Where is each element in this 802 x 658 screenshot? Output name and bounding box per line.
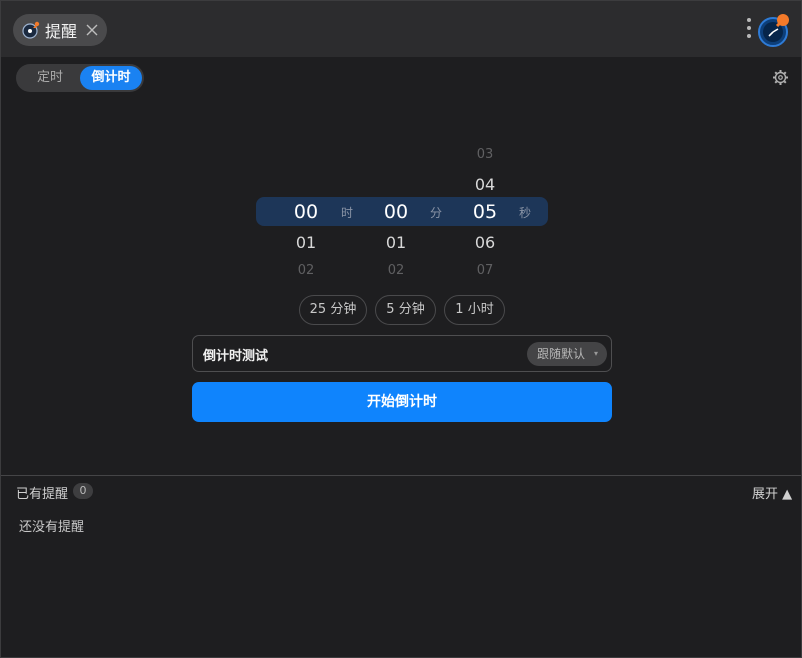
reminder-window: 提醒 定时 倒计时 00 01 02 时 00 01 02 分 03 04 05… bbox=[0, 0, 802, 658]
start-countdown-button[interactable]: 开始倒计时 bbox=[192, 382, 612, 422]
seconds-selected[interactable]: 05 bbox=[455, 201, 515, 223]
minutes-selected[interactable]: 00 bbox=[366, 201, 426, 223]
divider bbox=[1, 475, 801, 476]
seconds-next-2[interactable]: 07 bbox=[455, 263, 515, 278]
preset-1-hour[interactable]: 1 小时 bbox=[444, 295, 505, 325]
sound-select[interactable]: 跟随默认 ▾ bbox=[527, 342, 607, 366]
mode-switch: 定时 倒计时 bbox=[16, 64, 144, 92]
hours-next-2[interactable]: 02 bbox=[276, 263, 336, 278]
minutes-next-2[interactable]: 02 bbox=[366, 263, 426, 278]
reminder-name-input[interactable] bbox=[203, 344, 503, 364]
chevron-down-icon: ▾ bbox=[593, 349, 598, 358]
hours-selected[interactable]: 00 bbox=[276, 201, 336, 223]
title-bar: 提醒 bbox=[1, 1, 801, 57]
minutes-unit: 分 bbox=[430, 206, 443, 220]
seconds-next[interactable]: 06 bbox=[455, 233, 515, 252]
sound-select-value: 跟随默认 bbox=[537, 347, 586, 361]
reminder-tab[interactable]: 提醒 bbox=[13, 14, 107, 46]
empty-state-message: 还没有提醒 bbox=[19, 520, 85, 535]
seconds-unit: 秒 bbox=[519, 206, 532, 220]
settings-gear-icon[interactable] bbox=[772, 69, 789, 86]
tab-countdown[interactable]: 倒计时 bbox=[80, 66, 142, 90]
hours-unit: 时 bbox=[341, 206, 354, 220]
preset-5-minutes[interactable]: 5 分钟 bbox=[375, 295, 436, 325]
expand-toggle[interactable]: 展开 ▲ bbox=[752, 483, 792, 502]
clock-badge-icon[interactable] bbox=[756, 13, 792, 49]
preset-25-minutes[interactable]: 25 分钟 bbox=[299, 295, 367, 325]
hours-next[interactable]: 01 bbox=[276, 233, 336, 252]
tab-timer[interactable]: 定时 bbox=[20, 66, 80, 90]
rocket-icon bbox=[22, 21, 40, 39]
reminders-count-badge: 0 bbox=[73, 483, 93, 499]
close-icon[interactable] bbox=[85, 22, 99, 36]
minutes-next[interactable]: 01 bbox=[366, 233, 426, 252]
seconds-prev[interactable]: 04 bbox=[455, 175, 515, 194]
reminder-name-field[interactable]: 跟随默认 ▾ bbox=[192, 335, 612, 372]
tab-label: 提醒 bbox=[45, 22, 78, 41]
more-menu-icon[interactable] bbox=[745, 18, 753, 42]
seconds-prev-2[interactable]: 03 bbox=[455, 147, 515, 162]
reminders-title: 已有提醒 bbox=[16, 487, 69, 502]
